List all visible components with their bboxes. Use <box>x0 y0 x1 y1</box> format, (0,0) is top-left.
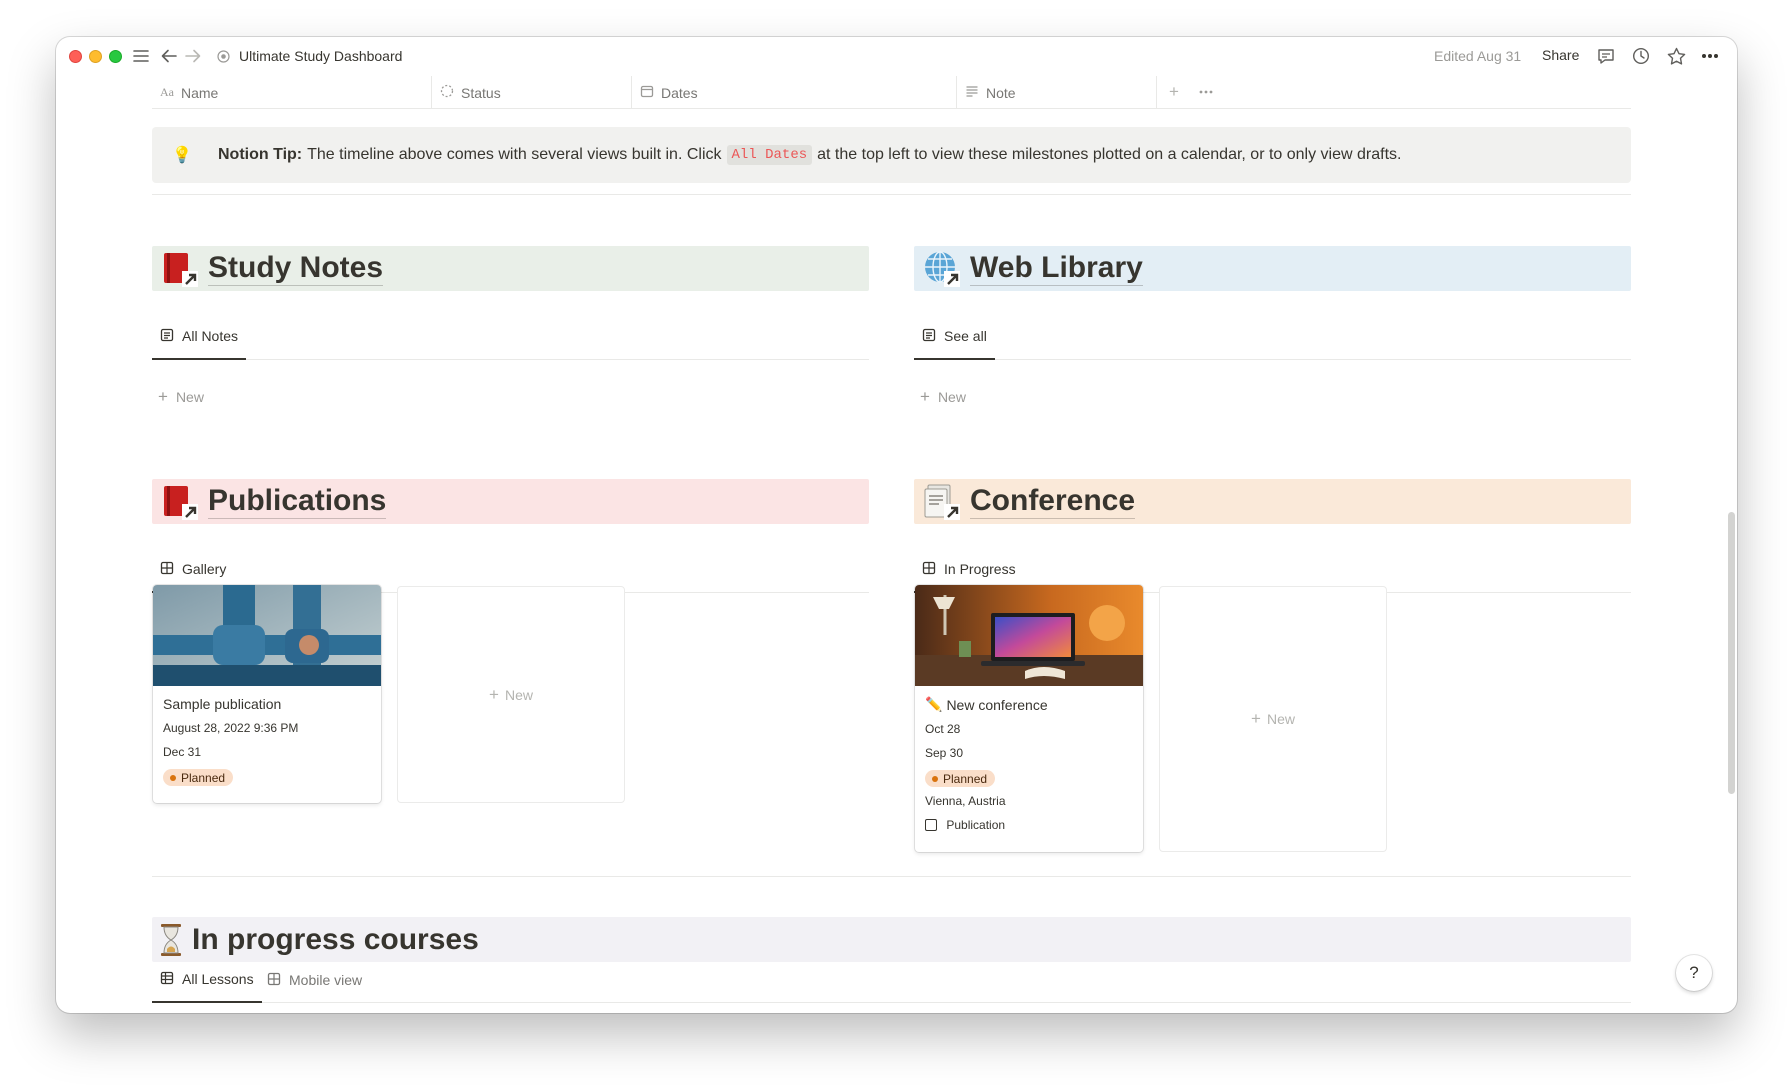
tip-text-after: at the top left to view these milestones… <box>817 146 1402 163</box>
card-status: Planned <box>925 770 1133 787</box>
web-library-new-button[interactable]: + New <box>920 387 966 407</box>
study-notes-title[interactable]: Study Notes <box>208 251 384 286</box>
tab-label: Gallery <box>182 561 227 577</box>
card-date: Dec 31 <box>163 745 202 759</box>
tip-code: All Dates <box>726 145 813 165</box>
column-header-status[interactable]: Status <box>432 76 632 109</box>
study-notes-tabs: All Notes <box>152 314 869 360</box>
new-label: New <box>175 389 204 405</box>
web-library-header: Web Library <box>914 246 1631 291</box>
plus-icon: + <box>1251 709 1261 728</box>
status-label: Planned <box>181 770 226 785</box>
tip-label: Notion Tip: <box>218 146 303 163</box>
page-content: Aa Name Status Dates Note + 💡 Notion Tip… <box>56 37 1737 1013</box>
tab-label: In Progress <box>944 561 1016 577</box>
column-header-name[interactable]: Aa Name <box>152 76 432 109</box>
publications-header: Publications <box>152 479 869 524</box>
column-label: Note <box>986 84 1016 101</box>
list-view-icon <box>160 328 174 345</box>
red-book-link-icon <box>160 482 200 522</box>
conference-card[interactable]: ✏️ New conference Oct 28 Sep 30 Planned … <box>915 585 1143 852</box>
tab-see-all[interactable]: See all <box>914 314 995 360</box>
conference-new-card[interactable]: + New <box>1159 586 1387 852</box>
tab-label: All Notes <box>182 328 239 344</box>
conference-header: Conference <box>914 479 1631 524</box>
column-label: Dates <box>661 84 698 101</box>
plus-icon: + <box>489 684 499 704</box>
column-label: Name <box>181 84 219 101</box>
new-label: New <box>504 686 533 703</box>
red-book-link-icon <box>160 249 200 289</box>
list-view-icon <box>922 328 936 345</box>
card-body: ✏️ New conference Oct 28 Sep 30 Planned … <box>915 686 1143 850</box>
courses-title[interactable]: In progress courses <box>192 923 479 957</box>
card-date-1: Oct 28 <box>925 722 961 736</box>
plus-icon: + <box>920 387 930 406</box>
tab-all-notes[interactable]: All Notes <box>152 314 247 360</box>
tab-mobile-view[interactable]: Mobile view <box>259 957 370 1003</box>
conference-title[interactable]: Conference <box>970 484 1136 519</box>
card-location: Vienna, Austria <box>925 794 1006 808</box>
calendar-icon <box>640 84 654 101</box>
publication-card[interactable]: Sample publication August 28, 2022 9:36 … <box>153 585 381 803</box>
card-body: Sample publication August 28, 2022 9:36 … <box>153 686 381 801</box>
column-header-dates[interactable]: Dates <box>632 76 957 109</box>
status-dot-icon <box>170 774 176 781</box>
publications-new-card[interactable]: + New <box>397 586 625 803</box>
checkbox-label: Publication <box>946 818 1006 832</box>
checkbox-icon[interactable] <box>925 819 937 831</box>
app-window: Ultimate Study Dashboard Edited Aug 31 S… <box>56 37 1737 1013</box>
status-icon <box>440 84 454 101</box>
globe-link-icon <box>922 249 962 289</box>
note-lines-icon <box>965 84 979 101</box>
study-notes-header: Study Notes <box>152 246 869 291</box>
column-header-note[interactable]: Note <box>957 76 1157 109</box>
add-column-icon[interactable]: + <box>1157 76 1191 108</box>
document-link-icon <box>922 482 962 522</box>
hourglass-icon <box>160 923 186 957</box>
tab-label: All Lessons <box>182 971 254 987</box>
card-title-text: New conference <box>946 696 1048 713</box>
card-created: August 28, 2022 9:36 PM <box>163 721 299 735</box>
status-badge: Planned <box>163 769 234 786</box>
new-label: New <box>937 389 966 405</box>
tab-label: Mobile view <box>289 972 363 988</box>
gallery-view-icon <box>922 561 936 578</box>
courses-tabs: All Lessons Mobile view <box>152 957 1631 1003</box>
publications-title[interactable]: Publications <box>208 484 387 519</box>
table-view-icon <box>160 971 174 988</box>
scrollbar[interactable] <box>1728 512 1735 794</box>
status-dot-icon <box>932 775 938 782</box>
lightbulb-icon: 💡 <box>172 147 192 164</box>
gallery-view-icon <box>160 561 174 578</box>
card-checkbox-row: Publication <box>925 818 1133 833</box>
laptop-desk-cover-image <box>915 585 1143 686</box>
divider <box>152 876 1631 877</box>
status-badge: Planned <box>925 770 996 787</box>
tab-all-lessons[interactable]: All Lessons <box>152 957 262 1003</box>
card-title: Sample publication <box>163 696 282 712</box>
card-status: Planned <box>163 769 371 786</box>
help-button[interactable]: ? <box>1676 955 1712 991</box>
plus-icon: + <box>158 387 168 406</box>
timeline-table-header: Aa Name Status Dates Note + <box>152 76 1631 109</box>
study-notes-new-button[interactable]: + New <box>158 387 204 407</box>
gallery-view-icon <box>267 972 281 989</box>
web-library-title[interactable]: Web Library <box>970 251 1143 286</box>
divider <box>152 194 1631 195</box>
card-title: ✏️ New conference <box>925 696 1133 713</box>
column-options-icon[interactable] <box>1191 76 1221 108</box>
notion-tip-callout: 💡 Notion Tip: The timeline above comes w… <box>152 127 1631 183</box>
status-label: Planned <box>943 771 988 786</box>
text-icon: Aa <box>160 85 174 99</box>
tab-label: See all <box>944 328 987 344</box>
tip-text-before: The timeline above comes with several vi… <box>307 146 722 163</box>
pipes-cover-image <box>153 585 381 686</box>
web-library-tabs: See all <box>914 314 1631 360</box>
card-date-2: Sep 30 <box>925 746 964 760</box>
new-label: New <box>1266 711 1295 727</box>
courses-header: In progress courses <box>152 917 1631 962</box>
pencil-icon: ✏️ <box>925 696 943 712</box>
column-label: Status <box>461 84 501 101</box>
